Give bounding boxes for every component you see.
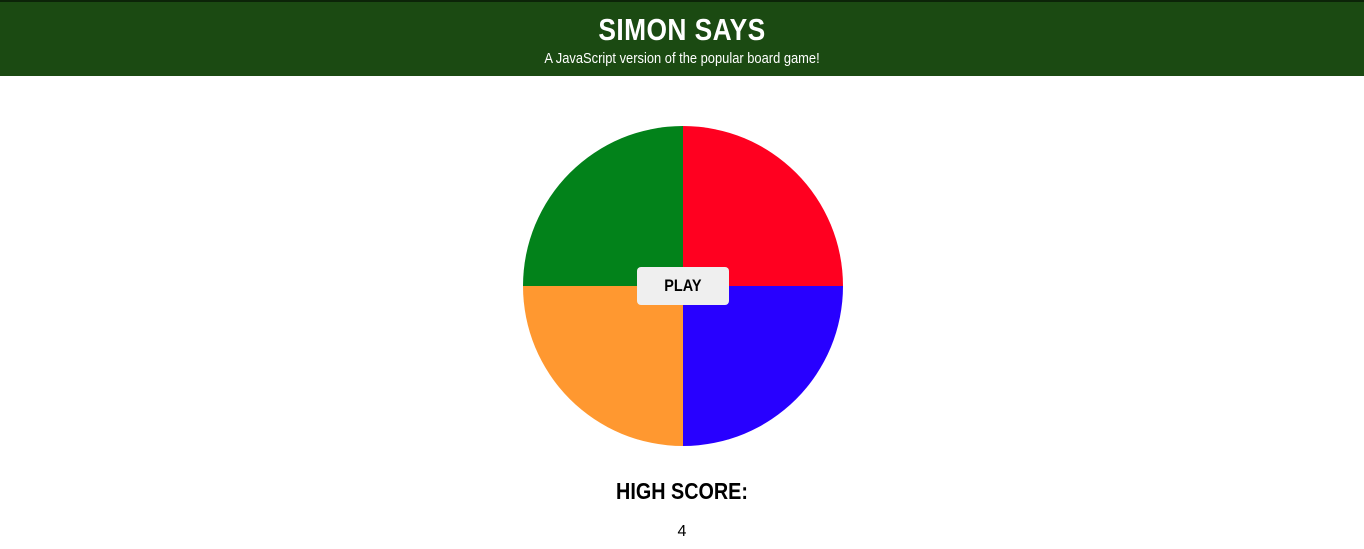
- page-title: SIMON SAYS: [598, 12, 766, 47]
- play-button[interactable]: PLAY: [637, 267, 729, 305]
- orange-pad[interactable]: [523, 286, 683, 446]
- page-subtitle: A JavaScript version of the popular boar…: [544, 50, 820, 67]
- green-pad[interactable]: [523, 126, 683, 286]
- play-button-label: PLAY: [664, 276, 702, 295]
- high-score-value: 4: [677, 523, 687, 540]
- high-score-label: HIGH SCORE:: [616, 478, 748, 504]
- red-pad[interactable]: [683, 126, 843, 286]
- page-header: SIMON SAYS A JavaScript version of the p…: [0, 0, 1364, 76]
- blue-pad[interactable]: [683, 286, 843, 446]
